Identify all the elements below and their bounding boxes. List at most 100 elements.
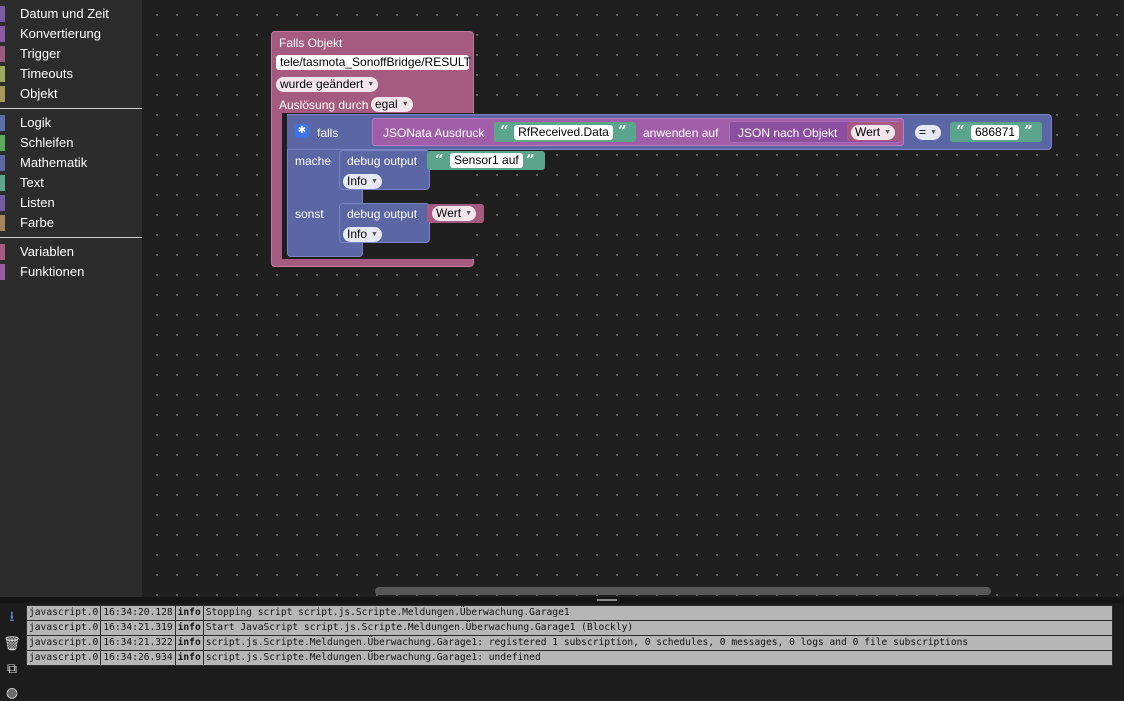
if-label: falls [317, 126, 339, 140]
log-source: javascript.0 [25, 650, 102, 666]
gear-icon[interactable]: ✱ [295, 124, 309, 138]
toolbox-separator [0, 237, 142, 238]
log-source: javascript.0 [25, 605, 102, 621]
toolbox-category-datum-und-zeit[interactable]: Datum und Zeit [0, 4, 142, 24]
category-label: Text [20, 175, 44, 190]
chevron-down-icon: ▼ [465, 210, 473, 218]
log-row: javascript.0 16:34:20.128 info Stopping … [25, 605, 1113, 621]
debug-level: Info [347, 227, 368, 241]
category-color-bar [0, 175, 5, 191]
object-id-field[interactable]: tele/tasmota_SonoffBridge/RESULT [276, 55, 471, 70]
category-color-bar [0, 66, 5, 82]
apply-label: anwenden auf [643, 126, 719, 140]
log-severity: info [174, 620, 204, 636]
category-label: Objekt [20, 86, 58, 101]
log-toolbar: ⭳ 🗑 ⧉ ◍ [0, 603, 24, 701]
copy-icon[interactable]: ⧉ [3, 659, 21, 677]
toolbox-category-objekt[interactable]: Objekt [0, 84, 142, 104]
arrow-down-icon[interactable]: ⭳ [3, 607, 21, 625]
category-color-bar [0, 264, 5, 280]
compare-value-field[interactable]: 686871 [971, 125, 1020, 140]
category-color-bar [0, 86, 5, 102]
log-row: javascript.0 16:34:21.319 info Start Jav… [25, 620, 1113, 636]
toolbox-category-konvertierung[interactable]: Konvertierung [0, 24, 142, 44]
trash-icon[interactable]: 🗑 [3, 634, 21, 652]
category-color-bar [0, 46, 5, 62]
log-time: 16:34:21.322 [100, 635, 176, 651]
category-label: Listen [20, 195, 55, 210]
toolbox-separator [0, 108, 142, 109]
variable-dropdown-wert[interactable]: Wert ▼ [851, 125, 896, 140]
debug-level: Info [347, 174, 368, 188]
trigger-title: Falls Objekt [279, 36, 343, 50]
condition-dropdown[interactable]: wurde geändert ▼ [276, 77, 379, 92]
blockly-toolbox: Datum und Zeit Konvertierung Trigger Tim… [0, 0, 142, 597]
else-label: sonst [295, 207, 324, 221]
debug-label: debug output [347, 154, 418, 168]
category-label: Konvertierung [20, 26, 101, 41]
toolbox-category-timeouts[interactable]: Timeouts [0, 64, 142, 84]
toolbox-category-variablen[interactable]: Variablen [0, 242, 142, 262]
log-message: script.js.Scripte.Meldungen.Überwachung.… [202, 650, 1113, 666]
category-label: Timeouts [20, 66, 73, 81]
toolbox-category-logik[interactable]: Logik [0, 113, 142, 133]
debug-level-dropdown[interactable]: Info ▼ [343, 174, 382, 189]
log-message: Stopping script script.js.Scripte.Meldun… [202, 605, 1113, 621]
toolbox-category-schleifen[interactable]: Schleifen [0, 133, 142, 153]
log-time: 16:34:21.319 [100, 620, 176, 636]
category-color-bar [0, 6, 5, 22]
log-table: javascript.0 16:34:20.128 info Stopping … [25, 605, 1113, 666]
ack-label: Auslösung durch [279, 98, 369, 112]
toolbox-category-funktionen[interactable]: Funktionen [0, 262, 142, 282]
variable-name: Wert [436, 206, 462, 220]
variable-dropdown-wert[interactable]: Wert ▼ [432, 206, 477, 221]
chevron-down-icon: ▼ [371, 231, 378, 239]
close-quote-icon: ” [618, 122, 627, 140]
category-color-bar [0, 244, 5, 260]
toolbox-category-mathematik[interactable]: Mathematik [0, 153, 142, 173]
workspace-horizontal-scrollbar[interactable] [375, 587, 991, 595]
log-message: Start JavaScript script.js.Scripte.Meldu… [202, 620, 1113, 636]
category-label: Datum und Zeit [20, 6, 109, 21]
ack-value: egal [375, 97, 398, 111]
log-severity: info [174, 650, 204, 666]
close-quote-icon: ” [526, 151, 535, 169]
compare-operator: = [919, 125, 927, 139]
log-source: javascript.0 [25, 635, 102, 651]
category-color-bar [0, 115, 5, 131]
open-quote-icon: “ [435, 151, 444, 169]
category-label: Farbe [20, 215, 54, 230]
category-label: Variablen [20, 244, 74, 259]
chevron-down-icon: ▼ [401, 101, 409, 109]
toolbox-category-text[interactable]: Text [0, 173, 142, 193]
log-source: javascript.0 [25, 620, 102, 636]
debug-text-field[interactable]: Sensor1 auf [450, 153, 523, 168]
chevron-down-icon: ▼ [371, 178, 378, 186]
category-label: Logik [20, 115, 52, 130]
json-to-object-label: JSON nach Objekt [738, 126, 838, 140]
compare-operator-dropdown[interactable]: = ▼ [915, 125, 941, 140]
chevron-down-icon: ▼ [367, 81, 375, 89]
close-quote-icon: ” [1024, 122, 1033, 140]
chevron-down-icon: ▼ [884, 129, 892, 137]
panel-icon[interactable]: ◍ [3, 683, 21, 701]
open-quote-icon: “ [500, 122, 509, 140]
do-label: mache [295, 154, 332, 168]
debug-label: debug output [347, 207, 418, 221]
log-row: javascript.0 16:34:21.322 info script.js… [25, 635, 1113, 651]
ack-dropdown[interactable]: egal ▼ [371, 97, 413, 112]
blockly-workspace[interactable]: Falls Objekt tele/tasmota_SonoffBridge/R… [142, 0, 1124, 597]
condition-value: wurde geändert [280, 77, 364, 91]
debug-level-dropdown[interactable]: Info ▼ [343, 227, 382, 242]
log-time: 16:34:26.934 [100, 650, 176, 666]
category-color-bar [0, 195, 5, 211]
category-label: Mathematik [20, 155, 88, 170]
category-label: Funktionen [20, 264, 85, 279]
toolbox-category-listen[interactable]: Listen [0, 193, 142, 213]
category-color-bar [0, 155, 5, 171]
expression-field[interactable]: RfReceived.Data [514, 125, 613, 140]
log-severity: info [174, 605, 204, 621]
log-row: javascript.0 16:34:26.934 info script.js… [25, 650, 1113, 666]
toolbox-category-farbe[interactable]: Farbe [0, 213, 142, 233]
toolbox-category-trigger[interactable]: Trigger [0, 44, 142, 64]
